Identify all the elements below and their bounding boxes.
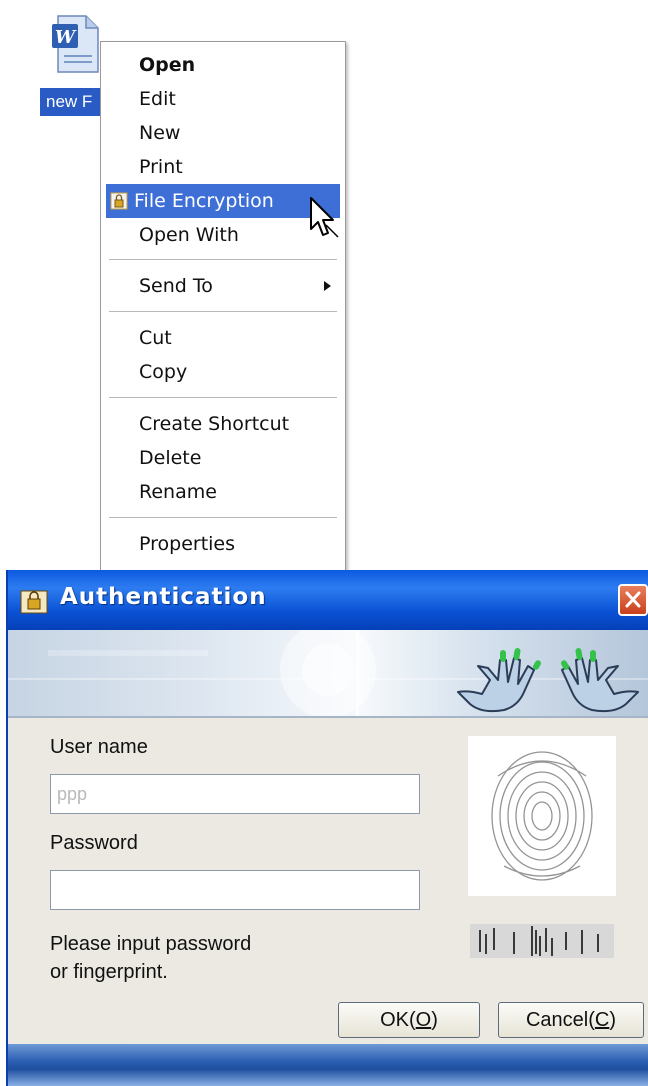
word-document-icon[interactable]: W <box>50 14 102 76</box>
menu-item-label: File Encryption <box>134 190 274 212</box>
menu-separator <box>109 311 337 312</box>
menu-item-rename[interactable]: Rename <box>101 475 345 509</box>
instruction-text: Please input password or fingerprint. <box>50 930 251 986</box>
menu-item-label: Delete <box>139 447 202 469</box>
menu-item-edit[interactable]: Edit <box>101 82 345 116</box>
menu-item-properties[interactable]: Properties <box>101 527 345 561</box>
dialog-title: Authentication <box>60 584 267 610</box>
menu-separator <box>109 517 337 518</box>
fingerprint-scan-strip <box>470 924 614 958</box>
username-label: User name <box>50 736 148 758</box>
instruction-line: Please input password <box>50 933 252 955</box>
menu-item-label: Cut <box>139 327 172 349</box>
menu-item-label: Create Shortcut <box>139 413 290 435</box>
instruction-line: or fingerprint. <box>50 961 168 983</box>
lock-file-icon <box>20 590 48 614</box>
dialog-titlebar[interactable]: Authentication <box>8 570 648 630</box>
svg-text:W: W <box>55 27 77 48</box>
menu-item-label: Copy <box>139 361 188 383</box>
menu-separator <box>109 397 337 398</box>
dialog-footer-band <box>8 1044 648 1086</box>
menu-item-label: New <box>139 122 181 144</box>
menu-item-label: Rename <box>139 481 217 503</box>
menu-item-cut[interactable]: Cut <box>101 321 345 355</box>
ok-button[interactable]: OK(O) <box>338 1002 480 1038</box>
close-icon <box>625 591 641 608</box>
menu-item-label: Open <box>139 54 196 76</box>
menu-item-label: Properties <box>139 533 236 555</box>
cancel-button[interactable]: Cancel(C) <box>498 1002 644 1038</box>
hands-logo-icon <box>457 648 639 713</box>
menu-item-label: Open With <box>139 224 239 246</box>
menu-item-label: Send To <box>139 275 213 297</box>
menu-item-copy[interactable]: Copy <box>101 355 345 389</box>
username-field[interactable] <box>50 774 420 814</box>
password-field[interactable] <box>50 870 420 910</box>
scan-waveform <box>479 926 599 956</box>
ok-access-key: O <box>415 1009 432 1031</box>
submenu-arrow-icon <box>324 281 331 291</box>
lock-file-icon <box>110 192 128 210</box>
menu-item-create-shortcut[interactable]: Create Shortcut <box>101 407 345 441</box>
fingerprint-image <box>468 736 616 896</box>
menu-item-open[interactable]: Open <box>101 48 345 82</box>
menu-item-new[interactable]: New <box>101 116 345 150</box>
menu-item-label: Edit <box>139 88 176 110</box>
context-menu: Open Edit New Print File Encryption Open… <box>100 41 346 575</box>
password-label: Password <box>50 832 138 854</box>
banner-image <box>8 630 648 718</box>
close-button[interactable] <box>618 584 648 616</box>
menu-item-send-to[interactable]: Send To <box>101 269 345 303</box>
menu-item-print[interactable]: Print <box>101 150 345 184</box>
menu-separator <box>109 259 337 260</box>
menu-item-label: Print <box>139 156 183 178</box>
cancel-button-label: Cancel( <box>525 1009 595 1031</box>
menu-item-file-encryption[interactable]: File Encryption <box>106 184 340 218</box>
authentication-dialog: Authentication User name ppp Password Pl… <box>6 570 648 1086</box>
cancel-access-key: C <box>594 1009 610 1031</box>
fingerprint-graphic <box>491 751 593 881</box>
ok-button-label: OK( <box>380 1009 416 1031</box>
menu-item-delete[interactable]: Delete <box>101 441 345 475</box>
mouse-pointer-icon <box>310 197 339 238</box>
